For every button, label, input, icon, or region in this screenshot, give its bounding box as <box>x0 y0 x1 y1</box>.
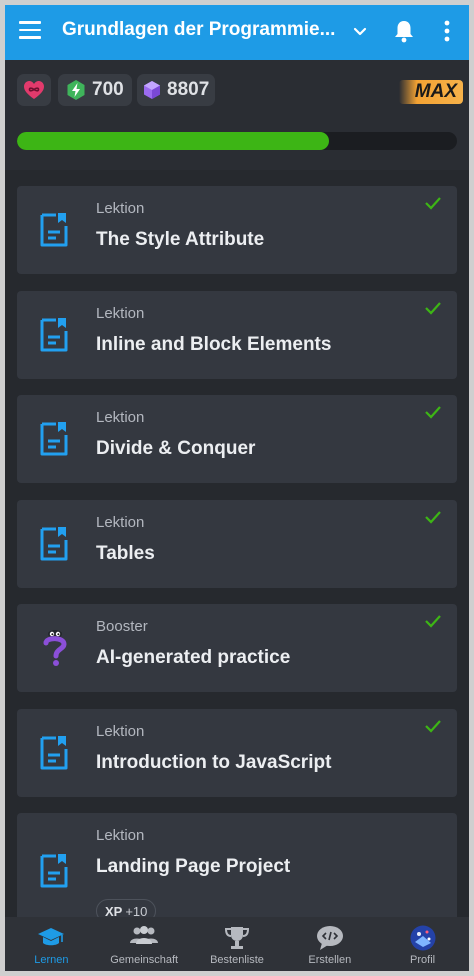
lesson-doc-icon <box>40 736 68 770</box>
lesson-doc-icon <box>40 422 68 456</box>
gem-icon <box>144 81 160 99</box>
app-bar: Grundlagen der Programmie... <box>5 5 469 60</box>
gems-value: 8807 <box>167 79 210 100</box>
course-progress-bar <box>17 132 457 150</box>
nav-leaderboard[interactable]: Bestenliste <box>191 917 284 971</box>
bell-icon[interactable] <box>393 19 415 43</box>
hearts-chip[interactable] <box>17 74 51 106</box>
lesson-doc-icon <box>40 318 68 352</box>
nav-community[interactable]: Gemeinschaft <box>98 917 191 971</box>
bottom-navigation: Lernen Gemeinschaft Bestenliste Erstelle… <box>5 917 469 971</box>
lesson-title: The Style Attribute <box>96 229 265 250</box>
lesson-doc-icon <box>40 527 68 561</box>
lesson-type: Lektion <box>96 305 145 322</box>
course-progress-fill <box>17 132 330 150</box>
heart-infinity-icon <box>24 81 44 99</box>
lesson-card[interactable]: Lektion Tables <box>17 500 457 588</box>
nav-label: Erstellen <box>308 954 352 966</box>
bolts-value: 700 <box>92 79 124 100</box>
nav-label: Gemeinschaft <box>110 954 179 966</box>
lesson-type: Lektion <box>96 723 145 740</box>
bolt-icon <box>67 80 85 100</box>
nav-profile[interactable]: Profil <box>376 917 469 971</box>
lesson-card[interactable]: Lektion The Style Attribute <box>17 186 457 274</box>
check-icon <box>425 511 441 524</box>
nav-label: Lernen <box>34 954 69 966</box>
app-screen: Grundlagen der Programmie... 700 8807 MA… <box>5 5 469 971</box>
lesson-title: Introduction to JavaScript <box>96 752 332 773</box>
lesson-type: Booster <box>96 618 148 635</box>
nav-create[interactable]: Erstellen <box>283 917 376 971</box>
lesson-title: Tables <box>96 543 155 564</box>
check-icon <box>425 302 441 315</box>
avatar-icon <box>410 925 436 951</box>
check-icon <box>425 720 441 733</box>
course-title[interactable]: Grundlagen der Programmie... <box>62 19 342 41</box>
lesson-title: Divide & Conquer <box>96 438 256 459</box>
community-icon <box>130 926 159 944</box>
lesson-type: Lektion <box>96 409 145 426</box>
booster-question-icon <box>43 630 67 666</box>
max-badge[interactable]: MAX <box>399 80 463 104</box>
lesson-type: Lektion <box>96 514 145 531</box>
more-vert-icon[interactable] <box>442 19 452 43</box>
lesson-title: Landing Page Project <box>96 856 291 877</box>
code-bubble-icon <box>316 926 343 950</box>
lesson-card[interactable]: Lektion Inline and Block Elements <box>17 291 457 379</box>
chevron-down-icon[interactable] <box>351 23 369 41</box>
lesson-title: AI-generated practice <box>96 647 291 668</box>
trophy-icon <box>224 927 249 949</box>
lesson-card[interactable]: Lektion Introduction to JavaScript <box>17 709 457 797</box>
menu-icon[interactable] <box>19 21 41 39</box>
lesson-type: Lektion <box>96 200 145 217</box>
nav-learn[interactable]: Lernen <box>5 917 98 971</box>
lesson-doc-icon <box>40 213 68 247</box>
lesson-type: Lektion <box>96 827 145 844</box>
bolts-chip[interactable]: 700 <box>58 74 132 106</box>
check-icon <box>425 406 441 419</box>
booster-card[interactable]: Booster AI-generated practice <box>17 604 457 692</box>
stats-bar: 700 8807 MAX <box>5 60 469 170</box>
lesson-title: Inline and Block Elements <box>96 334 332 355</box>
lesson-doc-icon <box>40 854 68 888</box>
graduation-cap-icon <box>38 928 65 946</box>
check-icon <box>425 615 441 628</box>
check-icon <box>425 197 441 210</box>
nav-label: Profil <box>410 954 436 966</box>
lesson-card[interactable]: Lektion Divide & Conquer <box>17 395 457 483</box>
nav-label: Bestenliste <box>210 954 264 966</box>
gems-chip[interactable]: 8807 <box>137 74 215 106</box>
